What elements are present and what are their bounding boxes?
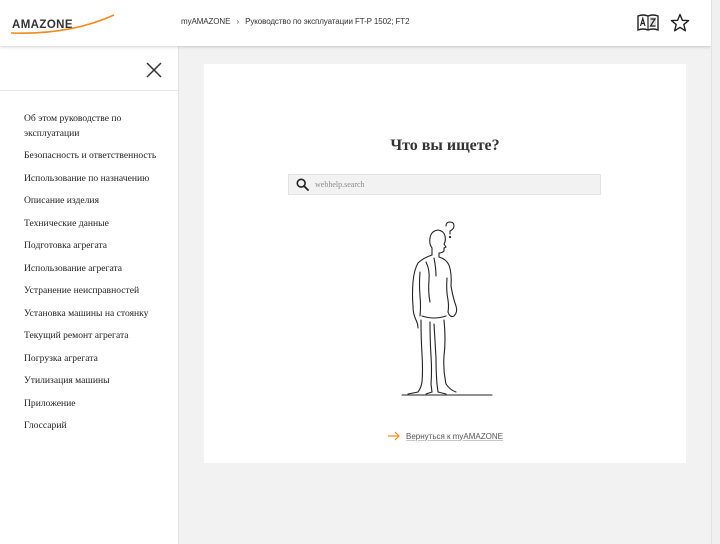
toc-item-about-manual[interactable]: Об этом руководстве по эксплуатации — [24, 112, 172, 141]
breadcrumb: myAMAZONE › Руководство по эксплуатации … — [181, 17, 410, 26]
person-thinking-illustration — [396, 220, 496, 398]
back-link-label: Вернуться к myAMAZONE — [406, 431, 503, 441]
top-bar: AMAZONE myAMAZONE › Руководство по экспл… — [0, 0, 711, 46]
star-icon — [670, 13, 690, 32]
toc-item-glossary[interactable]: Глоссарий — [24, 419, 172, 434]
dictionary-button[interactable] — [637, 12, 659, 34]
toc-item-safety[interactable]: Безопасность и ответственность — [24, 149, 172, 164]
logo-graphic: AMAZONE — [10, 14, 115, 34]
toc-nav: Об этом руководстве по эксплуатации Безо… — [24, 112, 172, 442]
toc-item-troubleshooting[interactable]: Устранение неисправностей — [24, 284, 172, 299]
breadcrumb-separator: › — [236, 17, 240, 26]
arrow-right-icon — [388, 431, 400, 441]
toc-item-disposal[interactable]: Утилизация машины — [24, 374, 172, 389]
back-to-myamazone-link[interactable]: Вернуться к myAMAZONE — [387, 431, 503, 441]
close-icon — [146, 62, 162, 78]
page-heading: Что вы ищете? — [390, 137, 500, 154]
search-icon — [289, 175, 315, 194]
sidebar: Об этом руководстве по эксплуатации Безо… — [0, 46, 179, 544]
sidebar-divider — [0, 90, 178, 91]
search-input[interactable] — [315, 175, 600, 194]
breadcrumb-current: Руководство по эксплуатации FT-P 1502; F… — [245, 17, 410, 26]
toc-item-maintenance[interactable]: Текущий ремонт агрегата — [24, 329, 172, 344]
toc-item-product-description[interactable]: Описание изделия — [24, 194, 172, 209]
close-sidebar-button[interactable] — [144, 60, 164, 80]
search-box[interactable] — [288, 174, 601, 195]
toc-item-intended-use[interactable]: Использование по назначению — [24, 172, 172, 187]
toc-item-loading[interactable]: Погрузка агрегата — [24, 352, 172, 367]
dictionary-icon — [637, 14, 659, 32]
amazone-logo[interactable]: AMAZONE — [10, 11, 116, 37]
favorite-button[interactable] — [669, 12, 691, 34]
search-card: Что вы ищете? webhelp.search Вернуться к… — [204, 64, 686, 463]
toc-item-technical-data[interactable]: Технические данные — [24, 217, 172, 232]
top-icons — [637, 12, 691, 34]
toc-item-appendix[interactable]: Приложение — [24, 397, 172, 412]
toc-item-operation[interactable]: Использование агрегата — [24, 262, 172, 277]
toc-item-preparation[interactable]: Подготовка агрегата — [24, 239, 172, 254]
page-scrollbar[interactable] — [711, 0, 720, 544]
toc-item-parking[interactable]: Установка машины на стоянку — [24, 307, 172, 322]
breadcrumb-home[interactable]: myAMAZONE — [181, 17, 230, 26]
